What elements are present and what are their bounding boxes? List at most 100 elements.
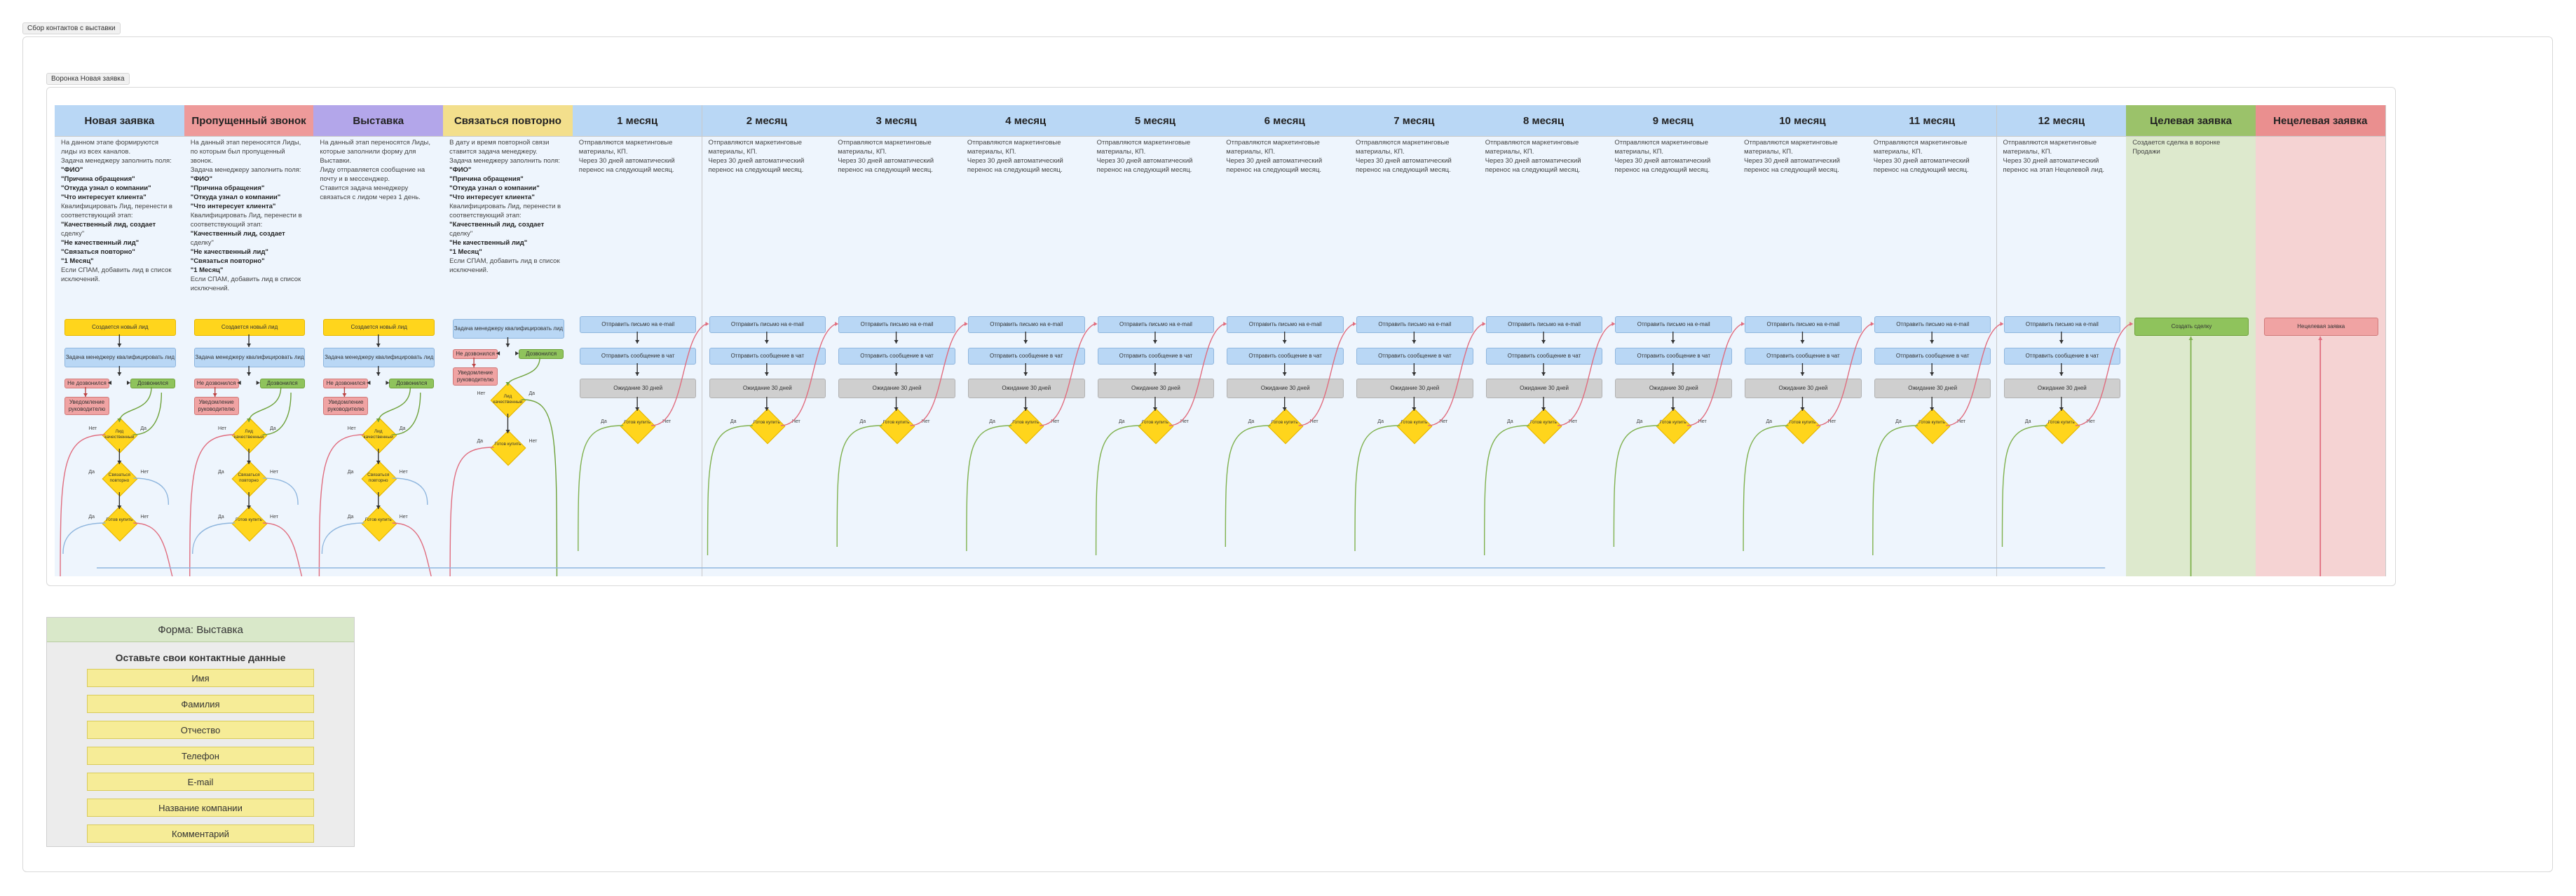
arrowhead [212, 393, 217, 397]
connector [378, 386, 411, 423]
arrowhead [117, 505, 122, 509]
form-field[interactable]: Отчество [87, 721, 314, 739]
outer-frame-label: Сбор контактов с выставки [22, 22, 121, 34]
arrowhead [496, 351, 500, 355]
arrowhead [1152, 340, 1157, 344]
form-field[interactable]: E-mail [87, 773, 314, 791]
connector [192, 522, 236, 555]
connector [62, 522, 106, 555]
arrowhead [635, 407, 640, 411]
connector [1225, 425, 1271, 548]
connector [707, 425, 753, 556]
connector [1872, 425, 1919, 556]
connector [1428, 323, 1483, 426]
connector [1354, 425, 1401, 552]
arrowhead [247, 505, 252, 509]
arrowhead [117, 419, 122, 422]
arrowhead [117, 344, 122, 347]
connector [2190, 337, 2192, 576]
arrowhead [2059, 340, 2064, 344]
connector [836, 425, 882, 548]
arrowhead [1930, 372, 1935, 376]
connector [1168, 323, 1225, 426]
arrowhead [1353, 322, 1356, 326]
arrowhead [342, 393, 347, 397]
form-field[interactable]: Телефон [87, 747, 314, 765]
arrowhead [1023, 372, 1028, 376]
arrowhead [1800, 340, 1805, 344]
arrowhead [1152, 407, 1157, 411]
arrowhead [1023, 407, 1028, 411]
arrowhead [386, 381, 390, 385]
form-field[interactable]: Фамилия [87, 695, 314, 713]
connector [118, 386, 152, 423]
arrowhead [108, 381, 111, 385]
form-field[interactable]: Комментарий [87, 824, 314, 843]
arrowhead [764, 407, 769, 411]
connector [321, 522, 364, 555]
connector [1816, 323, 1872, 426]
arrowhead [1541, 372, 1546, 376]
flow-connectors [60, 322, 2323, 576]
connector [522, 399, 558, 576]
arrowhead [835, 322, 839, 326]
arrowhead [764, 340, 769, 344]
arrowhead [2188, 337, 2193, 340]
arrowhead [764, 372, 769, 376]
arrowhead [376, 419, 381, 422]
connector [578, 425, 624, 552]
arrowhead [505, 382, 510, 386]
connector [1095, 425, 1141, 556]
arrowhead [1412, 340, 1417, 344]
arrowhead [1023, 340, 1028, 344]
connector [263, 477, 299, 505]
arrowhead [1482, 322, 1486, 326]
arrowhead [635, 372, 640, 376]
form-subtitle: Оставьте свои контактные данные [115, 652, 286, 663]
connector [60, 434, 106, 576]
connector [263, 392, 292, 435]
arrowhead [376, 505, 381, 509]
arrowhead [505, 430, 510, 433]
arrowhead [83, 393, 88, 397]
form-field[interactable]: Название компании [87, 799, 314, 817]
connector [1946, 323, 2001, 426]
inner-frame-label: Воронка Новая заявка [46, 73, 130, 85]
connector [2075, 323, 2131, 426]
connector [248, 386, 282, 423]
arrowhead [1870, 322, 1874, 326]
arrowhead [1152, 372, 1157, 376]
arrowhead [1800, 407, 1805, 411]
arrowhead [894, 407, 899, 411]
connector [1484, 425, 1530, 556]
arrowhead [117, 461, 122, 464]
connector [133, 477, 170, 505]
connector [651, 323, 707, 426]
connector [318, 434, 364, 576]
connector [392, 477, 428, 505]
connector [449, 447, 494, 576]
arrowhead [376, 372, 381, 376]
connector [507, 357, 540, 386]
form-fields: Имя Фамилия Отчество Телефон E-mail Название … [47, 669, 354, 843]
exhibition-form: Форма: Выставка Оставьте свои контактные… [46, 617, 355, 847]
arrowhead [376, 344, 381, 347]
arrowhead [117, 372, 122, 376]
connector [910, 323, 966, 426]
arrowhead [1541, 340, 1546, 344]
form-field[interactable]: Имя [87, 669, 314, 687]
connector [189, 434, 236, 576]
arrowhead [1282, 407, 1287, 411]
arrowhead [1223, 322, 1227, 326]
arrowhead [1930, 340, 1935, 344]
connector [2001, 425, 2047, 548]
arrowhead [376, 461, 381, 464]
arrowhead [237, 381, 241, 385]
arrowhead [247, 372, 252, 376]
arrowhead [247, 344, 252, 347]
arrowhead [894, 372, 899, 376]
arrowhead [247, 461, 252, 464]
arrowhead [472, 364, 477, 367]
arrowhead [1412, 372, 1417, 376]
arrowhead [1670, 407, 1675, 411]
